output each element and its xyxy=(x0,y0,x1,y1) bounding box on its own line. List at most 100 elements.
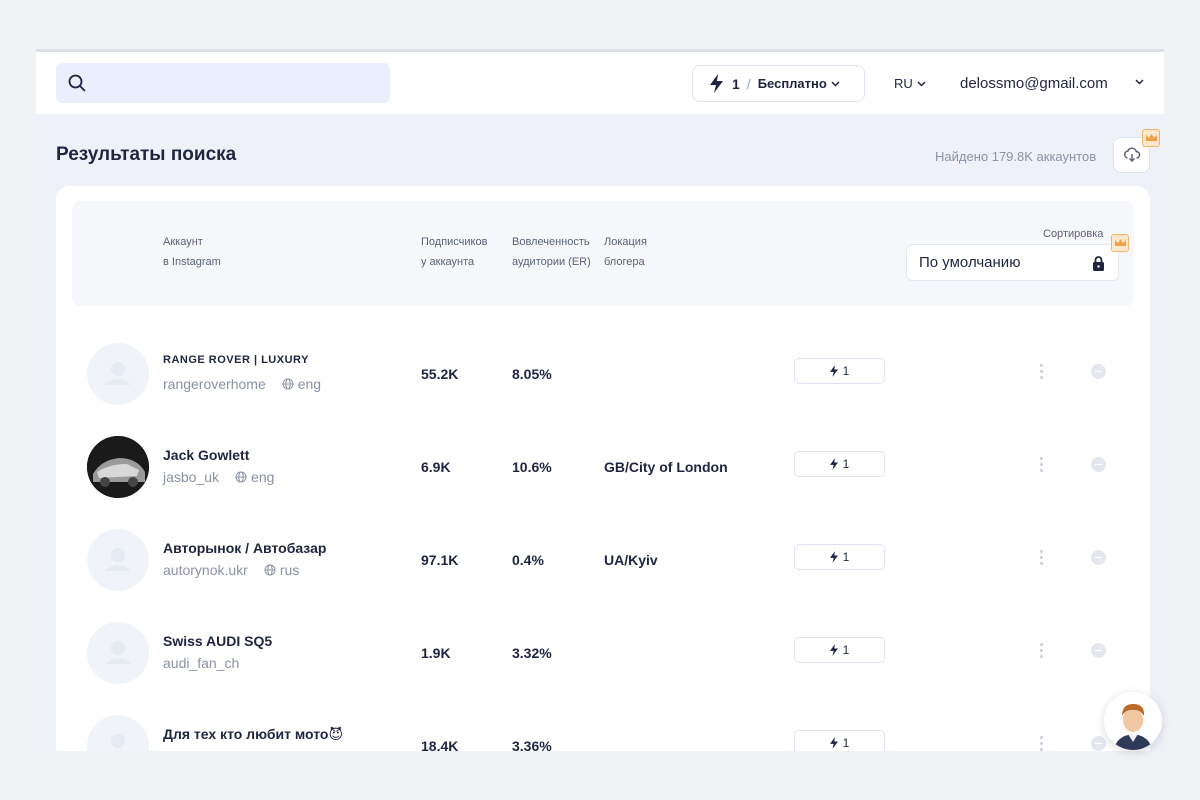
more-options-icon[interactable] xyxy=(1040,457,1044,473)
sort-value: По умолчанию xyxy=(919,254,1021,271)
analyze-button[interactable]: 1 xyxy=(794,451,885,477)
language-select[interactable]: RU xyxy=(894,76,926,91)
lightning-icon xyxy=(829,737,838,749)
avatar xyxy=(87,622,149,684)
analyze-button[interactable]: 1 xyxy=(794,637,885,663)
avatar xyxy=(87,436,149,498)
premium-crown-icon xyxy=(1142,129,1160,147)
followers-value: 97.1K xyxy=(421,552,459,568)
top-bar: 1 / Бесплатно RU delossmo@gmail.com xyxy=(36,52,1164,114)
globe-icon xyxy=(235,471,247,483)
followers-value: 1.9K xyxy=(421,645,451,661)
more-options-icon[interactable] xyxy=(1040,364,1044,380)
support-chat-avatar[interactable] xyxy=(1104,692,1162,750)
user-email[interactable]: delossmo@gmail.com xyxy=(960,75,1108,92)
er-value: 0.4% xyxy=(512,552,544,568)
account-handle: autorynok.ukr rus xyxy=(163,562,299,578)
results-panel: Аккаунт в Instagram Подписчиков у аккаун… xyxy=(56,186,1150,751)
er-value: 8.05% xyxy=(512,366,552,382)
column-er-line1: Вовлеченность xyxy=(512,236,590,248)
column-er: Вовлеченность аудитории (ER) xyxy=(512,232,591,272)
analyze-cost: 1 xyxy=(842,643,850,657)
column-er-line2: аудитории (ER) xyxy=(512,256,591,268)
results-count: Найдено 179.8K аккаунтов xyxy=(935,149,1097,164)
plan-label: Бесплатно xyxy=(757,76,827,91)
sort-label: Сортировка xyxy=(1043,228,1104,240)
add-circle-icon[interactable] xyxy=(1091,457,1106,472)
chevron-down-icon xyxy=(917,80,926,87)
column-location: Локация блогера xyxy=(604,232,647,272)
more-options-icon[interactable] xyxy=(1040,643,1044,659)
more-options-icon[interactable] xyxy=(1040,550,1044,566)
account-handle-text: autorynok.ukr xyxy=(163,562,248,578)
add-circle-icon[interactable] xyxy=(1091,643,1106,658)
lightning-icon xyxy=(829,365,838,377)
er-value: 10.6% xyxy=(512,459,552,475)
language-code: eng xyxy=(251,469,275,485)
analyze-button[interactable]: 1 xyxy=(794,544,885,570)
analyze-button[interactable]: 1 xyxy=(794,358,885,384)
lightning-icon xyxy=(829,551,838,563)
location-value: UA/Kyiv xyxy=(604,552,658,568)
account-name[interactable]: Swiss AUDI SQ5 xyxy=(163,633,272,649)
er-value: 3.32% xyxy=(512,645,552,661)
add-circle-icon[interactable] xyxy=(1091,364,1106,379)
account-handle: jasbo_uk eng xyxy=(163,469,274,485)
account-name[interactable]: RANGE ROVER | LUXURY xyxy=(163,354,309,366)
language-tag: rus xyxy=(264,562,299,578)
page-title: Результаты поиска xyxy=(56,144,237,165)
lock-icon xyxy=(1093,256,1104,271)
table-row[interactable]: Авторынок / Автобазар autorynok.ukr rus … xyxy=(56,518,1150,610)
column-followers: Подписчиков у аккаунта xyxy=(421,232,487,272)
account-handle-text: jasbo_uk xyxy=(163,469,220,485)
table-row[interactable]: Jack Gowlett jasbo_uk eng 6.9K 10.6% GB/… xyxy=(56,425,1150,517)
analyze-cost: 1 xyxy=(842,457,850,471)
app-window: 1 / Бесплатно RU delossmo@gmail.com Резу… xyxy=(36,49,1164,751)
plan-button[interactable]: 1 / Бесплатно xyxy=(692,65,865,102)
column-followers-line1: Подписчиков xyxy=(421,236,488,248)
avatar xyxy=(87,343,149,405)
account-handle-text: rangeroverhome xyxy=(163,376,266,392)
table-row[interactable]: RANGE ROVER | LUXURY rangeroverhome eng … xyxy=(56,332,1150,424)
table-row[interactable]: Swiss AUDI SQ5 audi_fan_ch 1.9K 3.32% 1 xyxy=(56,611,1150,703)
add-circle-icon[interactable] xyxy=(1091,550,1106,565)
analyze-cost: 1 xyxy=(842,364,850,378)
plan-count: 1 xyxy=(732,75,740,92)
followers-value: 6.9K xyxy=(421,459,451,475)
plan-separator: / xyxy=(746,75,751,92)
table-row[interactable]: Для тех кто любит мото😈 18.4K 3.36% 1 xyxy=(56,704,1150,751)
globe-icon xyxy=(282,378,294,390)
language-tag: eng xyxy=(235,469,274,485)
sort-select[interactable]: По умолчанию xyxy=(906,244,1119,281)
account-handle-text: audi_fan_ch xyxy=(163,655,240,671)
add-circle-icon[interactable] xyxy=(1091,736,1106,751)
search-icon xyxy=(68,74,86,92)
column-account-line1: Аккаунт xyxy=(163,236,203,248)
globe-icon xyxy=(264,564,276,576)
premium-crown-icon xyxy=(1111,234,1129,252)
followers-value: 18.4K xyxy=(421,738,459,751)
column-location-line1: Локация xyxy=(604,236,647,248)
avatar xyxy=(87,529,149,591)
analyze-button[interactable]: 1 xyxy=(794,730,885,751)
chevron-down-icon[interactable] xyxy=(1135,79,1144,85)
chevron-down-icon xyxy=(831,80,840,87)
language-label: RU xyxy=(894,76,913,91)
lightning-icon xyxy=(829,458,838,470)
avatar xyxy=(87,715,149,751)
account-name[interactable]: Авторынок / Автобазар xyxy=(163,540,326,556)
account-handle: audi_fan_ch xyxy=(163,655,239,671)
analyze-cost: 1 xyxy=(842,736,850,750)
more-options-icon[interactable] xyxy=(1040,736,1044,751)
search-input[interactable] xyxy=(56,63,390,103)
account-name[interactable]: Для тех кто любит мото😈 xyxy=(163,726,343,743)
account-name[interactable]: Jack Gowlett xyxy=(163,447,249,463)
cloud-download-icon xyxy=(1124,147,1141,163)
column-location-line2: блогера xyxy=(604,256,645,268)
lightning-icon xyxy=(710,74,723,93)
column-account-line2: в Instagram xyxy=(163,256,221,268)
language-code: rus xyxy=(279,562,300,578)
column-followers-line2: у аккаунта xyxy=(421,256,475,268)
lightning-icon xyxy=(829,644,838,656)
language-code: eng xyxy=(297,376,322,392)
